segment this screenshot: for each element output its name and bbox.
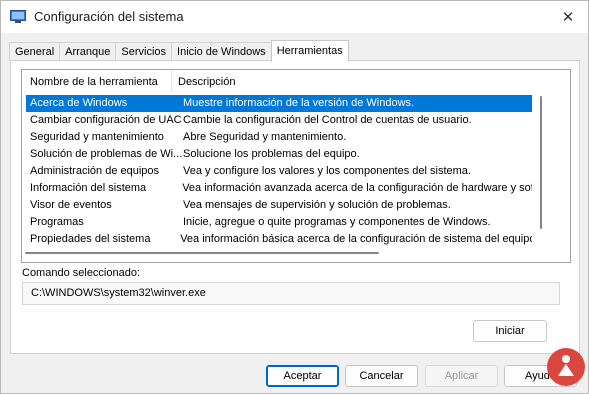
cancel-button[interactable]: Cancelar	[345, 365, 418, 387]
close-button[interactable]: ✕	[548, 1, 588, 33]
tools-panel: Nombre de la herramienta Descripción Ace…	[10, 60, 580, 354]
list-item[interactable]: Información del sistema Vea información …	[26, 180, 532, 197]
system-configuration-icon	[10, 10, 26, 23]
apply-button[interactable]: Aplicar	[425, 365, 498, 387]
list-item[interactable]: Programas Inicie, agregue o quite progra…	[26, 214, 532, 231]
tab-inicio-de-windows[interactable]: Inicio de Windows	[171, 42, 272, 61]
tool-description: Vea mensajes de supervisión y solución d…	[183, 199, 451, 211]
window-title: Configuración del sistema	[34, 9, 184, 24]
launch-button[interactable]: Iniciar	[473, 320, 547, 342]
tool-description: Vea y configure los valores y los compon…	[183, 165, 471, 177]
title-bar[interactable]: Configuración del sistema ✕	[1, 1, 588, 33]
tab-servicios[interactable]: Servicios	[115, 42, 173, 61]
list-item[interactable]: Cambiar configuración de UAC Cambie la c…	[26, 112, 532, 129]
tool-description: Cambie la configuración del Control de c…	[183, 114, 472, 126]
tool-description: Muestre información de la versión de Win…	[183, 97, 415, 109]
vertical-scrollbar[interactable]	[540, 96, 542, 229]
column-header-name[interactable]: Nombre de la herramienta	[22, 70, 172, 92]
system-configuration-window: Configuración del sistema ✕ General Arra…	[0, 0, 589, 394]
tab-arranque[interactable]: Arranque	[59, 42, 117, 61]
person-icon	[558, 355, 574, 376]
tool-description: Vea información avanzada acerca de la co…	[182, 182, 532, 194]
tool-description: Solucione los problemas del equipo.	[183, 148, 360, 160]
tool-description: Vea información básica acerca de la conf…	[180, 233, 532, 245]
tab-strip: General Arranque Servicios Inicio de Win…	[9, 40, 349, 62]
list-item[interactable]: Visor de eventos Vea mensajes de supervi…	[26, 197, 532, 214]
tool-name: Solución de problemas de Wi...	[30, 148, 183, 160]
tool-name: Seguridad y mantenimiento	[30, 131, 164, 143]
tool-name: Acerca de Windows	[30, 97, 128, 109]
tool-name: Cambiar configuración de UAC	[30, 114, 182, 126]
tool-name: Propiedades del sistema	[30, 233, 151, 245]
tool-name: Programas	[30, 216, 84, 228]
tab-herramientas[interactable]: Herramientas	[270, 40, 349, 62]
tool-description: Abre Seguridad y mantenimiento.	[183, 131, 347, 143]
tools-rows: Acerca de Windows Muestre información de…	[26, 95, 532, 255]
close-icon: ✕	[561, 9, 575, 26]
tab-general[interactable]: General	[9, 42, 61, 61]
list-header: Nombre de la herramienta Descripción	[22, 70, 570, 93]
list-item[interactable]: Administración de equipos Vea y configur…	[26, 163, 532, 180]
selected-command-label: Comando seleccionado:	[22, 267, 141, 279]
tool-description: Inicie, agregue o quite programas y comp…	[183, 216, 491, 228]
tool-name: Visor de eventos	[30, 199, 112, 211]
list-item[interactable]: Acerca de Windows Muestre información de…	[26, 95, 532, 112]
column-header-description[interactable]: Descripción	[172, 70, 235, 92]
watermark-logo-icon	[547, 348, 585, 386]
list-item[interactable]: Solución de problemas de Wi... Solucione…	[26, 146, 532, 163]
list-item[interactable]: Propiedades del sistema Vea información …	[26, 231, 532, 248]
ok-button[interactable]: Aceptar	[266, 365, 339, 387]
horizontal-scrollbar[interactable]	[25, 252, 379, 254]
list-item[interactable]: Seguridad y mantenimiento Abre Seguridad…	[26, 129, 532, 146]
tool-name: Administración de equipos	[30, 165, 160, 177]
selected-command-field[interactable]: C:\WINDOWS\system32\winver.exe	[22, 282, 560, 305]
tools-list[interactable]: Nombre de la herramienta Descripción Ace…	[21, 69, 571, 263]
tool-name: Información del sistema	[30, 182, 147, 194]
